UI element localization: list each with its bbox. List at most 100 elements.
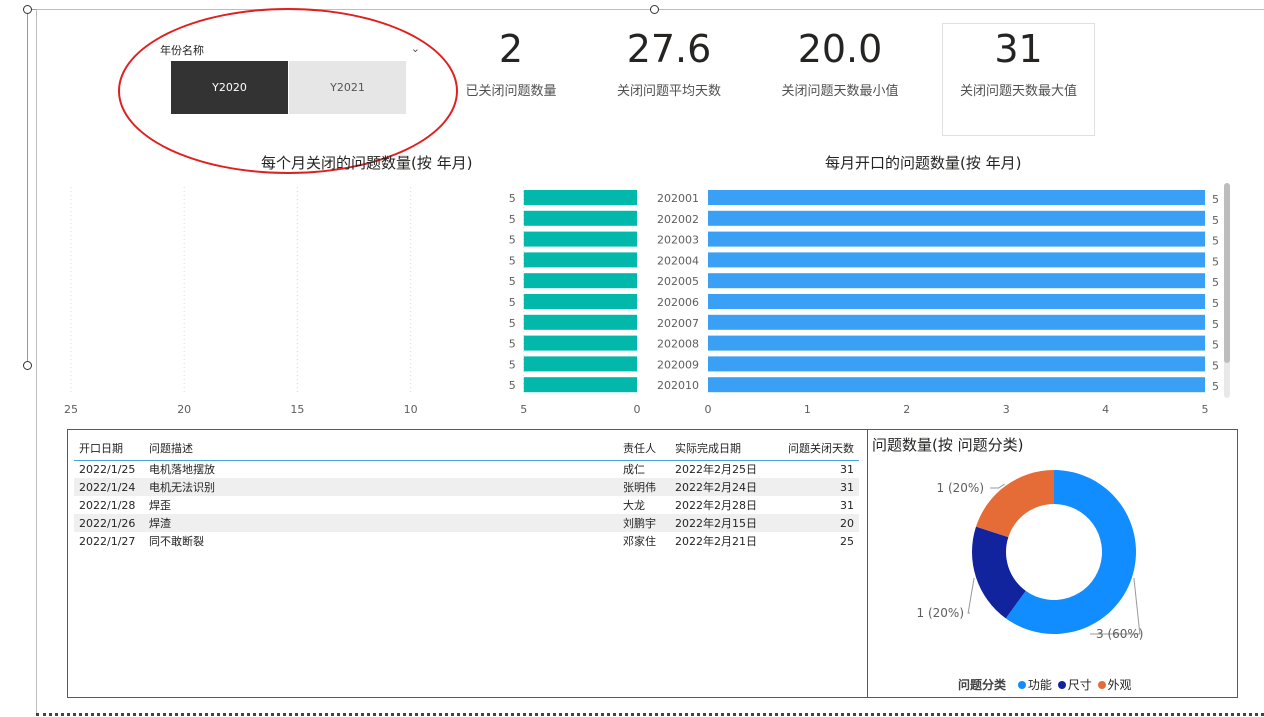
closed-bar <box>523 190 637 205</box>
donut-data-label: 3 (60%) <box>1096 627 1143 641</box>
category-label: 202009 <box>657 358 699 371</box>
col-header-description[interactable]: 问题描述 <box>144 436 618 461</box>
table-cell: 2022年2月15日 <box>670 514 770 532</box>
chevron-down-icon[interactable]: ⌄ <box>411 42 420 55</box>
donut-leader-line <box>967 577 975 614</box>
year-slicer[interactable]: 年份名称 ⌄ Y2020 Y2021 <box>160 40 428 118</box>
legend-item-func[interactable]: 功能 <box>1028 678 1052 692</box>
slicer-option-y2021[interactable]: Y2021 <box>289 61 406 114</box>
table-row[interactable]: 2022/1/26 焊渣 刘鹏宇 2022年2月15日 20 <box>74 514 859 532</box>
closed-bar-data-label: 5 <box>509 234 516 247</box>
kpi-label: 关闭问题天数最大值 <box>959 84 1077 99</box>
closed-bar-data-label: 5 <box>509 275 516 288</box>
x-tick-label: 0 <box>634 403 641 416</box>
resize-handle-top-left[interactable] <box>23 5 32 14</box>
opened-bar-data-label: 5 <box>1212 193 1219 206</box>
category-label: 202001 <box>657 192 699 205</box>
table-row[interactable]: 2022/1/28 焊歪 大龙 2022年2月28日 31 <box>74 496 859 514</box>
opened-bar-data-label: 5 <box>1212 380 1219 393</box>
closed-bar-data-label: 5 <box>509 317 516 330</box>
opened-bar <box>708 335 1205 351</box>
table-cell: 张明伟 <box>618 478 670 496</box>
closed-bar-data-label: 5 <box>509 296 516 309</box>
col-header-owner[interactable]: 责任人 <box>618 436 670 461</box>
opened-bar-data-label: 5 <box>1212 255 1219 268</box>
scrollbar-thumb[interactable] <box>1224 183 1230 363</box>
col-header-close-days[interactable]: 问题关闭天数 <box>770 436 859 461</box>
kpi-value: 2 <box>498 27 524 71</box>
opened-bar <box>708 294 1205 309</box>
table-cell: 25 <box>840 534 854 548</box>
vertical-scrollbar[interactable] <box>1224 183 1230 398</box>
closed-bar-data-label: 5 <box>509 192 516 205</box>
opened-bar <box>708 252 1205 268</box>
table-cell: 20 <box>770 514 859 532</box>
legend-dot-func <box>1017 681 1026 689</box>
x-tick-label: 25 <box>64 403 78 416</box>
table-cell: 2022年2月24日 <box>670 478 770 496</box>
opened-bar-data-label: 5 <box>1212 276 1219 289</box>
bar-charts[interactable]: 25 20 15 10 5 0 0 1 2 3 4 55 202001 55 202002 55 202003 5… <box>58 183 1228 423</box>
closed-bar <box>523 231 637 247</box>
legend-dot-size <box>1057 681 1066 689</box>
kpi-closed-count: 2 已关闭问题数量 <box>455 30 567 99</box>
closed-bar <box>523 356 637 372</box>
category-label: 202008 <box>657 338 699 351</box>
opened-bar-data-label: 5 <box>1212 359 1219 372</box>
table-cell: 焊渣 <box>144 514 618 532</box>
category-label: 202002 <box>657 213 699 226</box>
kpi-max-days: 31 关闭问题天数最大值 <box>942 30 1095 99</box>
issues-table[interactable]: 开口日期 问题描述 责任人 实际完成日期 问题关闭天数 2022/1/25 电机落… <box>67 429 868 698</box>
kpi-value: 31 <box>994 27 1043 71</box>
opened-bar-data-label: 5 <box>1212 339 1219 352</box>
category-label: 202006 <box>657 296 699 309</box>
closed-bar-data-label: 5 <box>509 379 516 392</box>
col-header-open-date[interactable]: 开口日期 <box>74 436 144 461</box>
kpi-value: 20.0 <box>797 27 883 71</box>
table-cell: 邓家住 <box>623 535 656 548</box>
table-row[interactable]: 2022/1/27 同不敢断裂 邓家住 2022年2月21日 25 <box>74 532 859 550</box>
donut-svg[interactable]: 3 (60%) 1 (20%) 1 (20%) <box>868 430 1238 670</box>
opened-bar <box>708 377 1205 393</box>
table-cell: 31 <box>770 478 859 496</box>
closed-chart-title: 每个月关闭的问题数量(按 年月) <box>261 154 473 172</box>
canvas-bottom-dotted-edge <box>36 713 1264 716</box>
table-cell: 2022年2月25日 <box>675 463 757 477</box>
kpi-min-days: 20.0 关闭问题天数最小值 <box>768 30 912 99</box>
category-label: 202004 <box>657 254 699 267</box>
table-cell: 电机落地摆放 <box>149 463 215 477</box>
legend-dot-look <box>1097 681 1106 689</box>
x-tick-label: 15 <box>290 403 304 416</box>
kpi-label: 关闭问题天数最小值 <box>781 84 899 99</box>
canvas-left-border <box>27 9 28 369</box>
table-cell: 31 <box>840 498 854 512</box>
x-tick-label: 0 <box>705 403 712 416</box>
donut-leader-line <box>990 483 1005 489</box>
col-header-completion-date[interactable]: 实际完成日期 <box>670 436 770 461</box>
legend-item-look[interactable]: 外观 <box>1108 678 1132 692</box>
table-row[interactable]: 2022/1/24 电机无法识别 张明伟 2022年2月24日 31 <box>74 478 859 496</box>
table-cell: 成仁 <box>623 463 645 477</box>
table-row[interactable]: 2022/1/25 电机落地摆放 成仁 2022年2月25日 31 <box>74 460 859 478</box>
opened-bar-data-label: 5 <box>1212 318 1219 331</box>
x-tick-label: 20 <box>177 403 191 416</box>
category-label: 202007 <box>657 317 699 330</box>
category-donut-chart[interactable]: 问题数量(按 问题分类) 3 (60%) 1 (20%) 1 (20%) 问题分类 … <box>868 429 1238 698</box>
table-cell: 焊歪 <box>149 499 171 512</box>
kpi-label: 已关闭问题数量 <box>465 84 557 99</box>
opened-bar <box>708 314 1205 330</box>
resize-handle-middle-left[interactable] <box>23 361 32 370</box>
category-label: 202005 <box>657 275 699 288</box>
x-tick-label: 1 <box>804 403 811 416</box>
donut-slice[interactable] <box>976 470 1054 538</box>
slicer-title: 年份名称 <box>160 44 204 57</box>
category-label: 202003 <box>657 234 699 247</box>
x-tick-label: 4 <box>1102 403 1109 416</box>
slicer-option-y2020[interactable]: Y2020 <box>171 61 288 114</box>
table-cell: 刘鹏宇 <box>618 514 670 532</box>
resize-handle-top-center[interactable] <box>650 5 659 14</box>
closed-bar-data-label: 5 <box>509 213 516 226</box>
opened-bar-data-label: 5 <box>1212 297 1219 310</box>
table-cell: 2022/1/27 <box>79 534 136 548</box>
legend-item-size[interactable]: 尺寸 <box>1068 678 1092 692</box>
